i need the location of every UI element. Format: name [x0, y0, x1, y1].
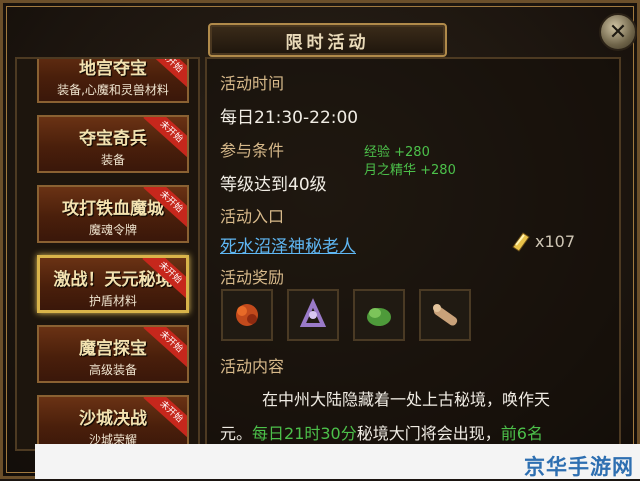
event-item-sub: 高级装备 [88, 363, 137, 377]
event-window: 限时活动 ✕ 地宫夺宝 装备,心魔和灵兽材料 未开始 夺宝奇兵 装备 未开始 攻… [0, 0, 640, 479]
content-line-1: 在中州大陆隐藏着一处上古秘境，唤作天 [262, 390, 551, 409]
reward-slot[interactable] [221, 289, 273, 341]
red-flower-icon [236, 304, 258, 326]
item-count: x107 [535, 232, 576, 251]
wood-scroll-icon [433, 304, 458, 326]
green-herb-icon [367, 308, 391, 326]
event-item-palace-treasure[interactable]: 地宫夺宝 装备,心魔和灵兽材料 未开始 [37, 59, 189, 103]
event-item-sub: 装备,心魔和灵兽材料 [57, 83, 169, 97]
entry-npc-link[interactable]: 死水沼泽神秘老人 [220, 232, 356, 257]
event-item-sand-city[interactable]: 沙城决战 沙城荣耀 未开始 [37, 395, 189, 449]
time-value: 每日21:30-22:00 [220, 108, 359, 128]
event-list[interactable]: 地宫夺宝 装备,心魔和灵兽材料 未开始 夺宝奇兵 装备 未开始 攻打铁血魔城 魔… [15, 57, 200, 451]
content-highlight-rank: 前6名 [500, 424, 543, 443]
reward-slot[interactable] [419, 289, 471, 341]
reward-slot[interactable] [353, 289, 405, 341]
event-detail-panel: 活动时间 每日21:30-22:00 参与条件 经验 +280 月之精华 +28… [205, 57, 621, 451]
content-label: 活动内容 [220, 357, 285, 376]
condition-label: 参与条件 [220, 141, 285, 160]
content-line-2: 元。每日21时30分秘境大门将会出现，前6名 [220, 420, 543, 444]
watermark-logo: 京华手游网 [524, 455, 634, 479]
event-item-iron-blood[interactable]: 攻打铁血魔城 魔魂令牌 未开始 [37, 185, 189, 243]
window-title-banner: 限时活动 [208, 23, 447, 57]
content-text: 秘境大门将会出现， [356, 424, 501, 443]
moon-essence-bonus: 月之精华 +280 [364, 163, 456, 178]
event-item-demon-palace[interactable]: 魔宫探宝 高级装备 未开始 [37, 325, 189, 383]
window-title: 限时活动 [285, 32, 370, 53]
content-text: 元。 [220, 424, 253, 443]
event-item-sub: 装备 [100, 153, 125, 167]
rewards-label: 活动奖励 [220, 268, 285, 287]
time-label: 活动时间 [220, 74, 285, 93]
close-button[interactable]: ✕ [599, 13, 637, 51]
event-item-raiders[interactable]: 夺宝奇兵 装备 未开始 [37, 115, 189, 173]
purple-gem-icon [299, 298, 327, 327]
condition-value: 等级达到40级 [220, 175, 327, 195]
event-item-sub: 魔魂令牌 [88, 223, 137, 237]
event-item-tianyuan[interactable]: 激战！天元秘境 护盾材料 未开始 [37, 255, 189, 313]
exp-bonus: 经验 +280 [364, 145, 430, 160]
reward-slot[interactable] [287, 289, 339, 341]
content-highlight-time: 每日21时30分 [252, 424, 357, 443]
event-item-sub: 护盾材料 [88, 294, 137, 308]
scroll-item-icon [509, 229, 533, 253]
entry-label: 活动入口 [220, 207, 285, 226]
close-icon: ✕ [608, 19, 628, 45]
